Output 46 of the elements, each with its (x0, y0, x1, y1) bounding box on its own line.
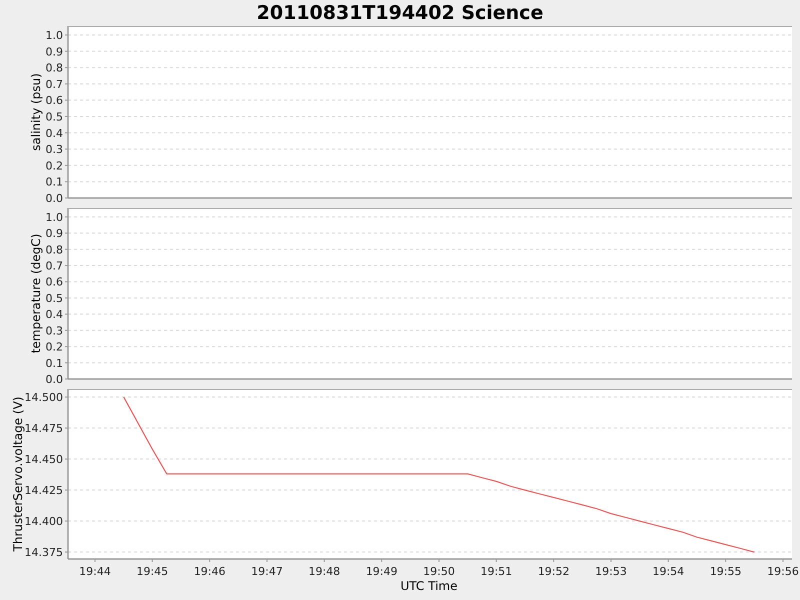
tick-label: 0.6 (46, 94, 63, 108)
tick-label: 0.2 (46, 340, 63, 354)
tick-label: 0.1 (46, 176, 63, 189)
tick-label: 0.7 (46, 260, 63, 273)
axis-title: UTC Time (400, 579, 458, 593)
axis-title: salinity (psu) (29, 73, 43, 151)
tick-label: 0.2 (46, 159, 63, 172)
axis-title: temperature (degC) (29, 234, 43, 354)
tick-label: 0.3 (46, 324, 63, 338)
tick-label: 0.5 (46, 292, 63, 305)
tick-label: 19:54 (652, 565, 684, 578)
tick-label: 0.7 (46, 78, 63, 91)
tick-label: 14.400 (24, 515, 63, 528)
tick-label: 19:50 (423, 565, 455, 578)
tick-label: 19:45 (136, 565, 168, 578)
tick-label: 0.0 (46, 192, 63, 205)
tick-label: 0.3 (46, 143, 63, 156)
tick-label: 14.475 (24, 422, 63, 436)
axis-title: ThrusterServo.voltage (V) (11, 396, 25, 552)
tick-label: 0.9 (46, 227, 63, 240)
tick-label: 19:51 (480, 565, 512, 578)
tick-label: 14.450 (24, 453, 63, 466)
tick-label: 14.500 (24, 391, 63, 404)
tick-label: 19:52 (538, 565, 570, 578)
chart-title: 20110831T194402 Science (256, 1, 544, 26)
tick-label: 0.9 (46, 45, 63, 58)
tick-label: 19:48 (308, 565, 340, 578)
tick-label: 0.4 (46, 126, 63, 140)
tick-label: 0.5 (46, 110, 63, 124)
tick-label: 19:49 (366, 565, 398, 578)
tick-label: 19:56 (767, 565, 799, 578)
tick-label: 1.0 (46, 210, 63, 224)
tick-label: 19:44 (79, 565, 111, 578)
tick-label: 14.425 (24, 484, 63, 498)
tick-label: 0.8 (46, 62, 63, 75)
tick-label: 0.0 (46, 373, 63, 386)
tick-label: 19:46 (194, 565, 226, 578)
tick-label: 0.6 (46, 276, 63, 289)
tick-label: 19:55 (710, 565, 742, 578)
tick-label: 1.0 (46, 28, 63, 42)
tick-label: 0.8 (46, 243, 63, 256)
tick-label: 14.375 (24, 546, 63, 560)
tick-label: 19:47 (251, 565, 283, 578)
tick-label: 19:53 (595, 565, 627, 578)
tick-label: 0.4 (46, 308, 63, 322)
tick-label: 0.1 (46, 356, 63, 370)
